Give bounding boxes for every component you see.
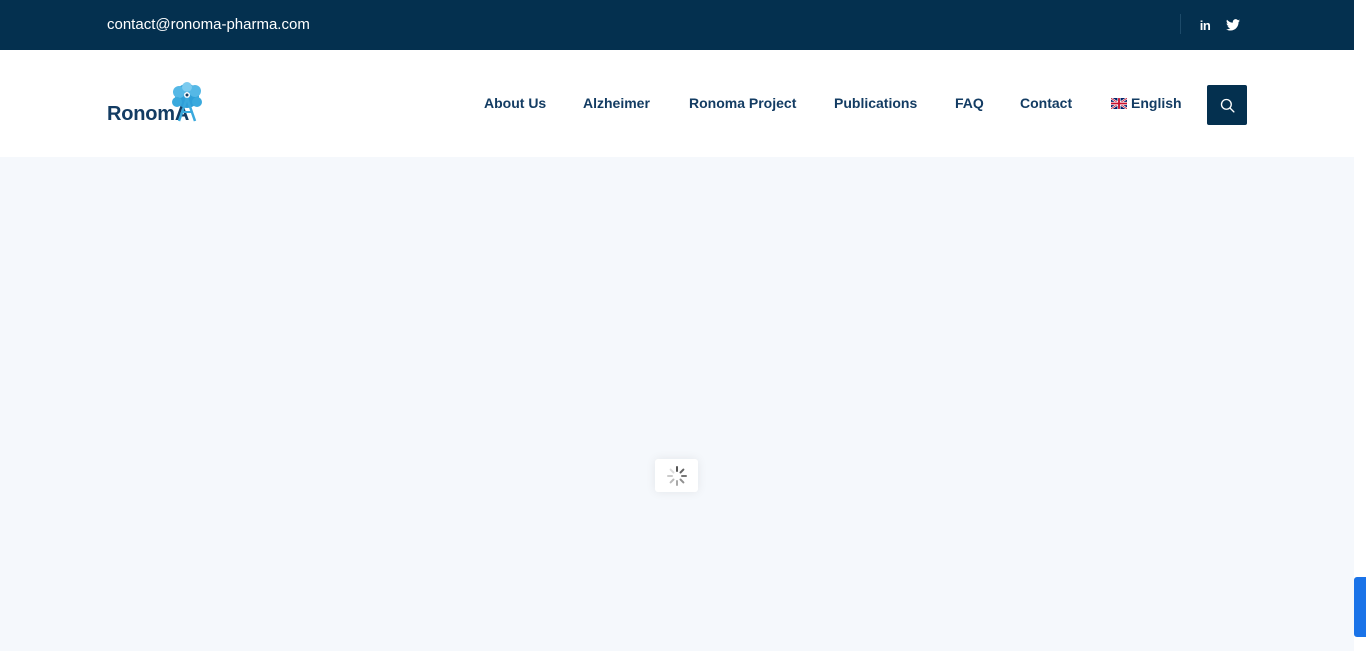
loading-indicator: [655, 459, 698, 492]
language-switcher[interactable]: English: [1111, 95, 1182, 111]
twitter-bird-shape: [1226, 19, 1240, 31]
spinner-icon: [666, 465, 687, 486]
nav-ronoma-project[interactable]: Ronoma Project: [689, 95, 796, 111]
uk-flag-icon: [1111, 97, 1127, 109]
search-button[interactable]: [1207, 85, 1247, 125]
twitter-icon[interactable]: [1225, 17, 1241, 33]
top-bar-divider: [1180, 14, 1181, 34]
nav-contact[interactable]: Contact: [1020, 95, 1072, 111]
nav-publications[interactable]: Publications: [834, 95, 917, 111]
linkedin-icon[interactable]: in: [1197, 17, 1213, 33]
linkedin-icon-glyph: in: [1199, 17, 1211, 33]
nav-alzheimer[interactable]: Alzheimer: [583, 95, 650, 111]
search-icon: [1220, 98, 1235, 113]
floating-side-tab[interactable]: [1354, 577, 1366, 637]
nav-faq[interactable]: FAQ: [955, 95, 984, 111]
page-content: [0, 157, 1354, 651]
brain-tower-icon: [172, 82, 202, 122]
page: contact@ronoma-pharma.com in RonomA Abou…: [0, 0, 1366, 651]
main-header: RonomA About Us Alzheimer Ronoma Project…: [0, 50, 1354, 157]
site-logo[interactable]: RonomA: [107, 82, 207, 126]
language-label: English: [1131, 95, 1182, 111]
top-bar: contact@ronoma-pharma.com in: [0, 0, 1354, 50]
page-right-edge: [1354, 0, 1366, 651]
nav-about-us[interactable]: About Us: [484, 95, 546, 111]
contact-email-link[interactable]: contact@ronoma-pharma.com: [107, 16, 310, 33]
